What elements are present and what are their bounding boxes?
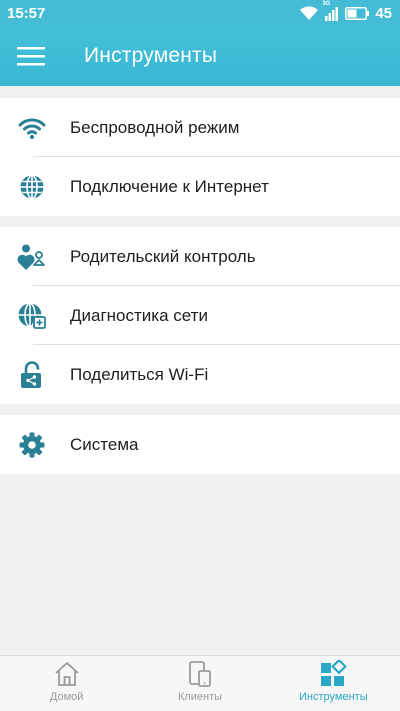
tab-label: Клиенты xyxy=(177,691,223,703)
menu-item-label: Поделиться Wi-Fi xyxy=(70,364,209,384)
share-wifi-lock-icon xyxy=(0,360,70,389)
signal-icon: 3G xyxy=(322,1,339,21)
tab-tools[interactable]: Инструменты xyxy=(267,656,400,711)
battery-icon xyxy=(345,6,370,20)
menu-item-internet-connection[interactable]: Подключение к Интернет xyxy=(0,157,400,216)
parental-control-icon xyxy=(0,243,70,271)
section-management: Родительский контроль Диагностика сети П… xyxy=(0,227,400,404)
hamburger-menu-icon xyxy=(17,47,45,66)
tools-grid-icon xyxy=(321,660,348,686)
menu-item-parental-control[interactable]: Родительский контроль xyxy=(0,227,400,286)
tab-home[interactable]: Домой xyxy=(0,656,133,711)
status-bar: 15:57 3G 45 xyxy=(0,0,400,26)
menu-item-network-diagnostics[interactable]: Диагностика сети xyxy=(0,286,400,345)
section-system: Система xyxy=(0,415,400,474)
tab-label: Инструменты xyxy=(299,691,368,703)
tab-label: Домой xyxy=(49,691,84,703)
page-title: Инструменты xyxy=(84,44,218,67)
menu-item-label: Диагностика сети xyxy=(70,305,208,325)
wifi-icon xyxy=(0,116,70,140)
menu-item-share-wifi[interactable]: Поделиться Wi-Fi xyxy=(0,345,400,404)
status-icons: 3G 45 xyxy=(299,1,392,22)
battery-percent: 45 xyxy=(375,4,392,22)
app-bar: Инструменты xyxy=(0,26,400,86)
menu-item-system[interactable]: Система xyxy=(0,415,400,474)
menu-item-label: Система xyxy=(70,434,139,454)
home-icon xyxy=(55,662,79,686)
network-diagnostics-icon xyxy=(0,302,70,330)
wifi-status-icon xyxy=(299,5,319,21)
bottom-tab-bar: Домой Клиенты Инструменты xyxy=(0,655,400,711)
status-time: 15:57 xyxy=(7,4,46,22)
menu-item-label: Родительский контроль xyxy=(70,246,256,266)
gear-icon xyxy=(0,432,70,458)
menu-item-label: Подключение к Интернет xyxy=(70,176,269,196)
menu-item-label: Беспроводной режим xyxy=(70,117,240,137)
section-connection: Беспроводной режим Подключение к Интерне… xyxy=(0,98,400,216)
network-type-label: 3G xyxy=(322,1,331,7)
devices-icon xyxy=(189,661,211,687)
menu-button[interactable] xyxy=(0,26,62,86)
menu-item-wireless-mode[interactable]: Беспроводной режим xyxy=(0,98,400,157)
tab-clients[interactable]: Клиенты xyxy=(133,656,266,711)
globe-icon xyxy=(0,174,70,200)
